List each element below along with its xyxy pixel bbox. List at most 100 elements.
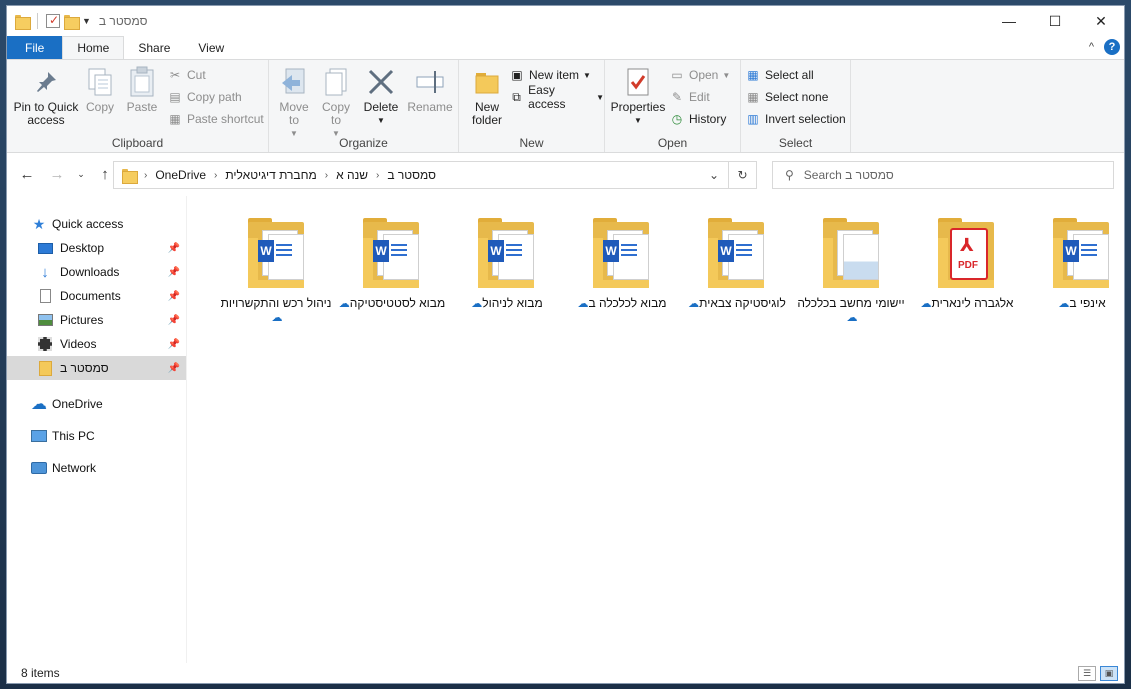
address-dropdown-chevron-icon[interactable]: ⌄ [700,162,728,188]
tab-share[interactable]: Share [124,36,184,59]
open-button[interactable]: ▭ Open ▼ [669,66,730,84]
file-item[interactable]: W לוגיסטיקה צבאית☁ [680,218,792,338]
cloud-sync-icon: ☁ [471,298,483,310]
file-item[interactable]: W מבוא לסטטיסטיקה☁ [335,218,447,338]
file-item[interactable]: W ניהול רכש והתקשרויות ☁ [220,218,332,338]
nav-semester-b[interactable]: סמסטר ב 📌 [7,356,186,380]
clipboard-group: Pin to Quick access Copy Paste ✂ Cut ▤ C… [7,60,269,152]
cloud-sync-icon: ☁ [271,312,283,324]
select-all-button[interactable]: ▦ Select all [745,66,813,84]
nav-documents[interactable]: Documents 📌 [7,284,186,308]
breadcrumb-semester-b[interactable]: סמסטר ב [387,168,436,182]
file-name-text: מבוא לכלכלה ב [588,296,667,310]
window-title: סמסטר ב [98,14,148,28]
scissors-icon: ✂ [169,68,181,82]
rename-button[interactable]: Rename [407,66,453,114]
pdf-file-icon: ⅄ PDF [934,218,998,290]
properties-icon[interactable] [46,13,60,28]
new-group: New folder ▣ New item ▼ ⧉ Easy access ▼ … [459,60,605,152]
properties-chevron-icon: ▼ [634,116,642,125]
nav-this-pc[interactable]: This PC [7,420,186,452]
easy-access-button[interactable]: ⧉ Easy access ▼ [509,83,604,111]
delete-button[interactable]: Delete ▼ [361,66,401,127]
new-item-button[interactable]: ▣ New item ▼ [509,66,591,84]
help-icon[interactable]: ? [1104,39,1120,55]
maximize-button[interactable]: ☐ [1032,6,1078,36]
file-item[interactable]: W מבוא לניהול☁ [450,218,562,338]
search-icon: ⚲ [785,168,794,182]
recent-locations-chevron-icon[interactable]: ⌄ [69,169,93,180]
pin-icon[interactable]: 📌 [168,363,180,374]
breadcrumb-onedrive[interactable]: OneDrive [155,168,206,182]
cut-button[interactable]: ✂ Cut [167,66,206,84]
select-none-label: Select none [765,90,829,104]
nav-downloads[interactable]: ↓ Downloads 📌 [7,260,186,284]
pin-icon[interactable]: 📌 [168,243,180,254]
rename-icon [414,66,446,98]
navigation-bar: ← → ⌄ ↑ › OneDrive › מחברת דיגיטאלית › ש… [7,153,1124,195]
new-folder-icon[interactable] [64,14,80,30]
copy-button[interactable]: Copy [83,66,117,114]
invert-selection-button[interactable]: ▥ Invert selection [745,110,845,128]
file-name: לוגיסטיקה צבאית☁ [680,296,792,311]
open-chevron-icon: ▼ [722,70,731,80]
details-view-icon[interactable]: ☰ [1078,666,1096,681]
nav-desktop[interactable]: Desktop 📌 [7,236,186,260]
back-arrow-icon[interactable]: ← [15,166,39,183]
pin-icon[interactable]: 📌 [168,315,180,326]
pin-to-quick-access-button[interactable]: Pin to Quick access [11,66,81,127]
nav-pictures[interactable]: Pictures 📌 [7,308,186,332]
file-item[interactable]: ⅄ PDF אלגברה לינארית☁ [910,218,1022,338]
title-bar: ▼ סמסטר ב — ☐ ✕ [7,6,1124,36]
expand-ribbon-chevron-icon[interactable]: ^ [1089,41,1094,53]
pin-icon[interactable]: 📌 [168,291,180,302]
edit-button[interactable]: ✎ Edit [669,88,710,106]
cut-label: Cut [187,68,206,82]
move-to-button[interactable]: Move to ▼ [277,66,311,140]
breadcrumb-digital-notebook[interactable]: מחברת דיגיטאלית [225,168,316,182]
address-bar[interactable]: › OneDrive › מחברת דיגיטאלית › שנה א › ס… [113,161,757,189]
nav-onedrive[interactable]: ☁ OneDrive [7,388,186,420]
paste-shortcut-icon: ▦ [169,112,181,126]
tab-home[interactable]: Home [62,36,125,59]
nav-videos[interactable]: Videos 📌 [7,332,186,356]
explorer-body: ★ Quick access Desktop 📌 ↓ Downloads 📌 D… [7,196,1124,663]
nav-quick-access[interactable]: ★ Quick access [7,212,186,236]
search-input[interactable]: ⚲ Search סמסטר ב [772,161,1114,189]
cloud-sync-icon: ☁ [846,312,858,324]
file-item[interactable]: יישומי מחשב בכלכלה ☁ [795,218,907,338]
pin-icon[interactable]: 📌 [168,339,180,350]
minimize-button[interactable]: — [986,6,1032,36]
tab-file[interactable]: File [7,36,63,59]
move-to-icon [278,66,310,98]
nav-network[interactable]: Network [7,452,186,484]
breadcrumb-year-a[interactable]: שנה א [336,168,368,182]
history-button[interactable]: ◷ History [669,110,727,128]
refresh-icon[interactable]: ↻ [728,162,756,188]
forward-arrow-icon[interactable]: → [45,166,69,183]
file-name: מבוא לכלכלה ב☁ [565,296,677,311]
new-folder-button[interactable]: New folder [465,66,509,127]
large-icons-view-icon[interactable]: ▣ [1100,666,1118,681]
close-button[interactable]: ✕ [1078,6,1124,36]
paste-icon [126,66,158,98]
organize-group: Move to ▼ Copy to ▼ Delete ▼ Rename Orga… [269,60,459,152]
properties-button[interactable]: Properties ▼ [609,66,667,127]
paste-shortcut-button[interactable]: ▦ Paste shortcut [167,110,263,128]
file-name: אלגברה לינארית☁ [910,296,1022,311]
file-item[interactable]: W מבוא לכלכלה ב☁ [565,218,677,338]
word-folder-icon: W [589,218,653,290]
copy-to-button[interactable]: Copy to ▼ [319,66,353,140]
new-folder-icon [471,66,503,98]
file-name: מבוא לניהול☁ [450,296,562,311]
star-icon: ★ [32,215,46,232]
pin-icon[interactable]: 📌 [168,267,180,278]
properties-label: Properties [610,100,666,114]
copy-path-button[interactable]: ▤ Copy path [167,88,241,106]
paste-button[interactable]: Paste [123,66,161,114]
customize-toolbar-chevron-icon[interactable]: ▼ [82,16,91,26]
file-item[interactable]: W אינפי ב☁ [1025,218,1124,338]
select-none-button[interactable]: ▦ Select none [745,88,828,106]
tab-view[interactable]: View [184,36,238,59]
easy-access-label: Easy access [528,83,566,111]
